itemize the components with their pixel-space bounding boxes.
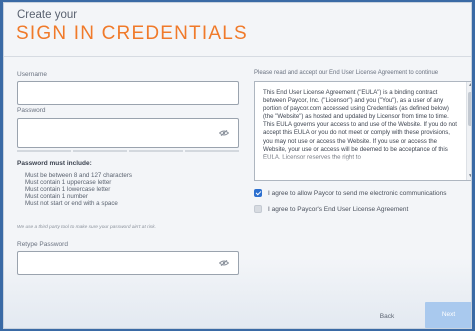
electronic-communications-label: I agree to allow Paycor to send me elect…: [268, 189, 447, 197]
requirement-item: Must not start or end with a space: [25, 200, 118, 207]
strength-segment: [185, 150, 239, 152]
eula-textbox[interactable]: This End User License Agreement ("EULA")…: [254, 81, 471, 181]
scroll-up-icon[interactable]: ▲: [467, 82, 471, 89]
strength-segment: [73, 150, 127, 152]
requirement-item: Must contain 1 number: [25, 193, 88, 200]
credentials-panel: Create your SIGN IN CREDENTIALS Username…: [3, 2, 472, 329]
page-title: SIGN IN CREDENTIALS: [16, 23, 248, 44]
requirement-item: Must contain 1 lowercase letter: [25, 186, 111, 193]
eula-agree-checkbox[interactable]: [254, 205, 262, 213]
requirement-item: Must contain 1 uppercase letter: [25, 179, 112, 186]
header-divider: [4, 56, 471, 57]
eula-text: This End User License Agreement ("EULA")…: [263, 89, 459, 164]
eula-prompt: Please read and accept our End User Lice…: [254, 70, 439, 76]
back-button[interactable]: Back: [365, 306, 409, 328]
strength-segment: [129, 150, 183, 152]
password-field[interactable]: [17, 118, 239, 148]
scroll-down-icon[interactable]: ▼: [467, 173, 471, 180]
password-label: Password: [17, 107, 46, 114]
eula-agree-checkbox-row[interactable]: I agree to Paycor's End User License Agr…: [254, 205, 408, 213]
eye-slash-icon[interactable]: [219, 130, 229, 136]
eye-slash-icon[interactable]: [219, 260, 229, 266]
electronic-communications-checkbox[interactable]: [254, 189, 262, 197]
third-party-note: We use a third party tool to make sure y…: [17, 225, 156, 230]
requirements-list: Must be between 8 and 127 characters Mus…: [25, 172, 132, 207]
header: Create your SIGN IN CREDENTIALS: [4, 3, 471, 51]
username-field[interactable]: [17, 81, 239, 105]
requirement-item: Must be between 8 and 127 characters: [25, 172, 132, 179]
retype-password-label: Retype Password: [17, 241, 68, 248]
eula-scrollbar[interactable]: ▲ ▼: [466, 82, 471, 180]
electronic-communications-checkbox-row[interactable]: I agree to allow Paycor to send me elect…: [254, 189, 446, 197]
username-label: Username: [17, 71, 47, 78]
eula-agree-label: I agree to Paycor's End User License Agr…: [268, 205, 409, 213]
retype-password-field[interactable]: [17, 251, 239, 275]
requirements-heading: Password must include:: [17, 160, 92, 167]
password-strength-meter: [17, 150, 239, 152]
scroll-thumb[interactable]: [468, 92, 471, 126]
next-button[interactable]: Next: [425, 302, 471, 328]
page-pre-title: Create your: [17, 9, 78, 21]
strength-segment: [17, 150, 71, 152]
